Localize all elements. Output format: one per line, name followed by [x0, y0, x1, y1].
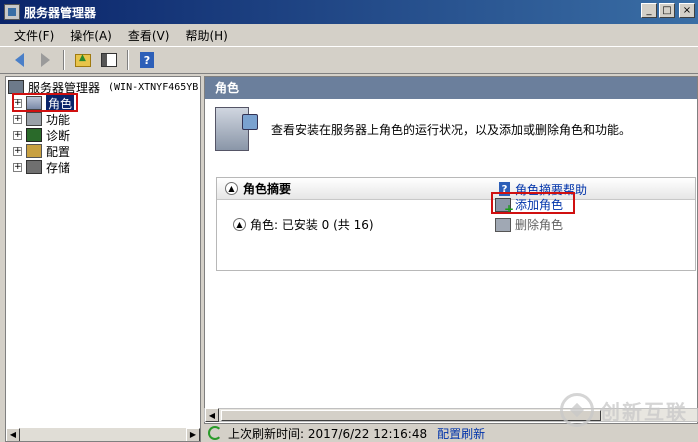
menu-help[interactable]: 帮助(H) [177, 27, 235, 44]
expand-icon[interactable]: + [13, 130, 22, 140]
window-controls: _ □ × [641, 3, 695, 18]
expand-icon[interactable]: + [13, 114, 22, 124]
roles-summary-header: ▲ 角色摘要 ? 角色摘要帮助 [217, 178, 695, 200]
up-folder-icon [75, 53, 91, 67]
configure-refresh-link[interactable]: 配置刷新 [437, 425, 485, 442]
roles-installed-text: 角色: 已安装 0 (共 16) [250, 218, 374, 232]
configuration-icon [26, 144, 42, 158]
roles-description: 查看安装在服务器上角色的运行状况，以及添加或删除角色和功能。 [271, 122, 632, 137]
remove-roles-action[interactable]: 删除角色 [495, 216, 563, 233]
console-tree: 服务器管理器 (WIN-XTNYF465YB + 角色 + 功能 + 诊断 + … [5, 76, 201, 442]
back-button[interactable] [8, 49, 30, 71]
toolbar: ? [0, 46, 698, 74]
expand-icon[interactable]: + [13, 146, 22, 156]
diagnostics-icon [26, 128, 42, 142]
scrollbar-thumb[interactable] [221, 410, 601, 421]
collapse-section-icon[interactable]: ▲ [225, 182, 238, 195]
menu-file[interactable]: 文件(F) [6, 27, 62, 44]
forward-arrow-icon [40, 53, 50, 67]
annotation-highlight-add-roles [491, 192, 575, 214]
back-arrow-icon [14, 53, 24, 67]
features-icon [26, 112, 42, 126]
scroll-right-icon[interactable]: ▶ [186, 427, 200, 441]
remove-role-icon [495, 217, 511, 232]
tree-root-hostname: (WIN-XTNYF465YB [108, 81, 199, 93]
window-title: 服务器管理器 [24, 5, 97, 20]
tree-item-configuration[interactable]: + 配置 [13, 143, 70, 159]
roles-summary-section: ▲ 角色摘要 ? 角色摘要帮助 ▲ 角色: 已安装 0 (共 16) 添加角色 … [216, 177, 696, 271]
scroll-left-icon[interactable]: ◀ [205, 408, 219, 422]
tree-horizontal-scrollbar[interactable]: ◀ ▶ [6, 427, 200, 441]
server-icon [8, 80, 24, 94]
toolbar-separator [63, 50, 65, 70]
remove-roles-link[interactable]: 删除角色 [515, 216, 563, 233]
tree-item-features[interactable]: + 功能 [13, 111, 70, 127]
tree-item-label: 配置 [46, 144, 71, 159]
scroll-left-icon[interactable]: ◀ [6, 427, 20, 441]
forward-button[interactable] [34, 49, 56, 71]
minimize-button[interactable]: _ [641, 3, 657, 18]
roles-installed-status: ▲ 角色: 已安装 0 (共 16) [233, 216, 374, 233]
title-bar: 服务器管理器 _ □ × [0, 0, 698, 24]
tree-item-diagnostics[interactable]: + 诊断 [13, 127, 70, 143]
annotation-highlight-roles [12, 93, 78, 112]
tree-item-label: 存储 [46, 160, 71, 175]
menu-action[interactable]: 操作(A) [62, 27, 120, 44]
tree-item-storage[interactable]: + 存储 [13, 159, 70, 175]
up-one-level-button[interactable] [72, 49, 94, 71]
maximize-button[interactable]: □ [659, 3, 675, 18]
show-hide-console-tree-button[interactable] [98, 49, 120, 71]
help-icon: ? [140, 52, 154, 68]
show-hide-pane-icon [101, 53, 117, 67]
refresh-icon [208, 426, 222, 440]
server-roles-icon [215, 107, 258, 151]
tree-item-label: 功能 [46, 112, 71, 127]
server-manager-app-icon [4, 4, 20, 20]
details-horizontal-scrollbar[interactable]: ◀ [204, 408, 698, 422]
menu-bar: 文件(F) 操作(A) 查看(V) 帮助(H) [0, 24, 698, 46]
collapse-roles-icon[interactable]: ▲ [233, 218, 246, 231]
pane-header: 角色 [205, 77, 697, 99]
roles-summary-title: 角色摘要 [243, 182, 292, 196]
status-bar: 上次刷新时间: 2017/6/22 12:16:48 配置刷新 [204, 424, 698, 442]
help-button[interactable]: ? [136, 49, 158, 71]
roles-details-pane: 角色 查看安装在服务器上角色的运行状况，以及添加或删除角色和功能。 ▲ 角色摘要… [204, 76, 698, 424]
storage-icon [26, 160, 42, 174]
last-refresh-text: 上次刷新时间: 2017/6/22 12:16:48 [228, 426, 428, 441]
close-button[interactable]: × [679, 3, 695, 18]
tree-item-label: 诊断 [46, 128, 71, 143]
expand-icon[interactable]: + [13, 162, 22, 172]
menu-view[interactable]: 查看(V) [120, 27, 178, 44]
toolbar-separator [127, 50, 129, 70]
roles-banner: 查看安装在服务器上角色的运行状况，以及添加或删除角色和功能。 [215, 104, 697, 154]
